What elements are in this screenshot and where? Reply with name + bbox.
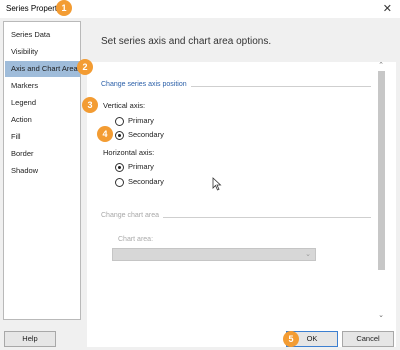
sidebar-item-action[interactable]: Action xyxy=(5,112,80,128)
chevron-down-icon: ⌄ xyxy=(305,251,311,258)
sidebar: Series Data Visibility Axis and Chart Ar… xyxy=(3,21,81,320)
radio-label: Primary xyxy=(128,116,154,125)
sidebar-item-axis-and-chart-area[interactable]: Axis and Chart Area xyxy=(5,61,80,77)
mouse-cursor-icon xyxy=(212,177,222,191)
radio-checked-icon xyxy=(115,163,124,172)
chart-area-label: Chart area: xyxy=(118,236,154,243)
page-header: Set series axis and chart area options. xyxy=(101,36,272,47)
help-button[interactable]: Help xyxy=(4,331,56,347)
section-title-axis-position: Change series axis position xyxy=(101,81,187,88)
scroll-thumb[interactable] xyxy=(378,71,385,270)
radio-label: Primary xyxy=(128,162,154,171)
close-icon[interactable]: ✕ xyxy=(383,2,392,16)
step-badge-1: 1 xyxy=(56,0,72,16)
step-badge-4: 4 xyxy=(97,126,113,142)
horizontal-axis-label: Horizontal axis: xyxy=(103,148,155,157)
cancel-button[interactable]: Cancel xyxy=(342,331,394,347)
sidebar-item-shadow[interactable]: Shadow xyxy=(5,163,80,179)
section-divider xyxy=(163,217,371,218)
vertical-axis-label: Vertical axis: xyxy=(103,101,146,110)
step-badge-3: 3 xyxy=(82,97,98,113)
sidebar-item-markers[interactable]: Markers xyxy=(5,78,80,94)
sidebar-item-visibility[interactable]: Visibility xyxy=(5,44,80,60)
sidebar-item-fill[interactable]: Fill xyxy=(5,129,80,145)
radio-label: Secondary xyxy=(128,177,164,186)
chart-area-section: Change chart area xyxy=(101,212,371,222)
radio-label: Secondary xyxy=(128,130,164,139)
content-area: Set series axis and chart area options. xyxy=(87,22,399,347)
sidebar-item-legend[interactable]: Legend xyxy=(5,95,80,111)
scroll-up-icon[interactable]: ⌃ xyxy=(376,62,386,70)
chart-area-dropdown[interactable]: ⌄ xyxy=(112,248,316,261)
radio-circle-icon xyxy=(115,117,124,126)
radio-checked-icon xyxy=(115,131,124,140)
axis-position-section: Change series axis position xyxy=(101,81,371,91)
sidebar-item-border[interactable]: Border xyxy=(5,146,80,162)
vertical-scrollbar[interactable]: ⌃ ⌄ xyxy=(376,62,386,324)
step-badge-2: 2 xyxy=(77,59,93,75)
sidebar-item-series-data[interactable]: Series Data xyxy=(5,27,80,43)
section-divider xyxy=(191,86,371,87)
radio-circle-icon xyxy=(115,178,124,187)
step-badge-5: 5 xyxy=(283,331,299,347)
scroll-down-icon[interactable]: ⌄ xyxy=(376,312,386,320)
section-title-chart-area: Change chart area xyxy=(101,212,159,219)
